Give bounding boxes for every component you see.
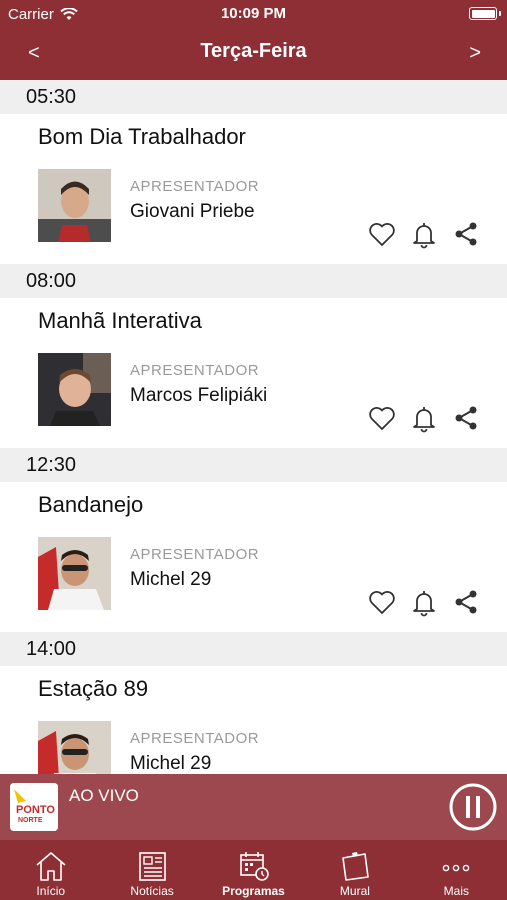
tab-bar: Início Notícias Programas Mural Mais <box>0 840 507 900</box>
host-name: Marcos Felipiáki <box>130 385 268 406</box>
host-photo <box>38 169 111 242</box>
tab-label: Notícias <box>130 884 174 898</box>
svg-text:NORTE: NORTE <box>18 817 43 824</box>
program-item[interactable]: Manhã Interativa APRESENTADOR Marcos Fel… <box>0 298 507 448</box>
tab-label: Mais <box>443 884 469 898</box>
presenter-label: APRESENTADOR <box>130 362 260 379</box>
presenter-label: APRESENTADOR <box>130 546 260 563</box>
time-slot-header: 12:30 <box>0 448 507 482</box>
time-slot-header: 14:00 <box>0 632 507 666</box>
program-name: Manhã Interativa <box>38 308 202 333</box>
heart-icon[interactable] <box>367 587 397 617</box>
mini-player[interactable]: PONTO NORTE AO VIVO <box>0 774 507 840</box>
note-board-icon <box>342 852 369 881</box>
program-actions <box>367 219 481 249</box>
heart-icon[interactable] <box>367 219 397 249</box>
page-title: Terça-Feira <box>200 40 307 62</box>
tab-noticias[interactable]: Notícias <box>101 840 202 900</box>
bell-icon[interactable] <box>409 403 439 433</box>
tab-label: Mural <box>339 884 370 898</box>
tab-programas[interactable]: Programas <box>203 840 304 900</box>
host-name: Michel 29 <box>130 569 212 590</box>
program-name: Bandanejo <box>38 492 144 517</box>
program-item[interactable]: Bom Dia Trabalhador APRESENTADOR Giovani… <box>0 114 507 264</box>
program-item[interactable]: Estação 89 APRESENTADOR Michel 29 <box>0 666 507 774</box>
tab-inicio[interactable]: Início <box>0 840 101 900</box>
battery-icon <box>469 7 501 20</box>
station-logo: PONTO NORTE <box>10 783 58 831</box>
program-item[interactable]: Bandanejo APRESENTADOR Michel 29 <box>0 482 507 632</box>
svg-text:PONTO: PONTO <box>16 804 55 816</box>
tab-label: Programas <box>222 884 285 898</box>
tab-mural[interactable]: Mural <box>304 840 405 900</box>
nav-bar: < Terça-Feira > <box>0 28 507 80</box>
tab-mais[interactable]: Mais <box>406 840 507 900</box>
program-name: Bom Dia Trabalhador <box>38 124 246 149</box>
pause-button[interactable] <box>449 783 497 831</box>
host-photo <box>38 537 111 610</box>
bell-icon[interactable] <box>409 587 439 617</box>
time-slot-header: 05:30 <box>0 80 507 114</box>
program-name: Estação 89 <box>38 676 149 701</box>
program-actions <box>367 403 481 433</box>
host-photo <box>38 353 111 426</box>
calendar-clock-icon <box>239 852 269 881</box>
share-icon[interactable] <box>451 403 481 433</box>
live-label: AO VIVO <box>69 786 139 805</box>
heart-icon[interactable] <box>367 403 397 433</box>
program-actions <box>367 587 481 617</box>
share-icon[interactable] <box>451 587 481 617</box>
presenter-label: APRESENTADOR <box>130 730 260 747</box>
host-name: Giovani Priebe <box>130 201 255 222</box>
time-slot-header: 08:00 <box>0 264 507 298</box>
schedule-list[interactable]: 05:30 Bom Dia Trabalhador APRESENTADOR G… <box>0 80 507 774</box>
next-day-button[interactable]: > <box>459 40 491 67</box>
share-icon[interactable] <box>451 219 481 249</box>
presenter-label: APRESENTADOR <box>130 178 260 195</box>
tab-label: Início <box>36 884 66 898</box>
host-photo <box>38 721 111 774</box>
status-bar: Carrier 10:09 PM <box>0 0 507 28</box>
home-icon <box>36 852 66 881</box>
status-time: 10:09 PM <box>220 5 287 22</box>
pause-icon <box>449 783 497 831</box>
newspaper-icon <box>139 852 166 881</box>
header: Carrier 10:09 PM < Terça-Feira > <box>0 0 507 80</box>
bell-icon[interactable] <box>409 219 439 249</box>
host-name: Michel 29 <box>130 753 212 774</box>
more-dots-icon <box>443 864 470 872</box>
